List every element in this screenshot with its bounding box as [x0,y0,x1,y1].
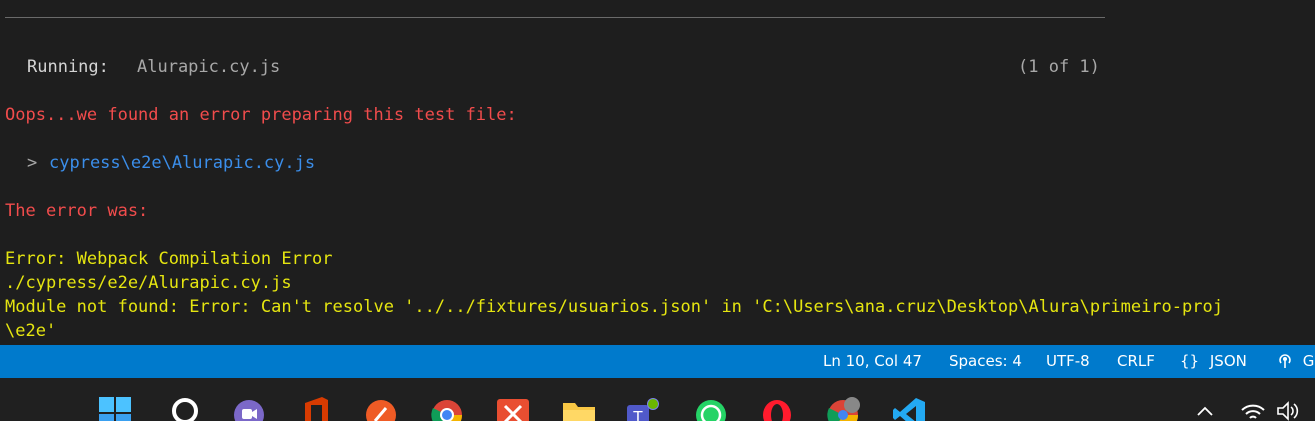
end-of-line-setting[interactable]: CRLF [1117,345,1155,378]
wifi-icon[interactable] [1240,396,1266,421]
volume-icon[interactable] [1276,396,1302,421]
indentation-setting[interactable]: Spaces: 4 [949,345,1022,378]
cursor-position[interactable]: Ln 10, Col 47 [823,345,922,378]
chevron-up-icon[interactable] [1195,396,1215,421]
svg-text:T: T [632,408,643,421]
language-mode[interactable]: {} JSON [1180,345,1247,378]
test-file-path[interactable]: cypress\e2e\Alurapic.cy.js [49,152,315,174]
go-live-button[interactable]: Go [1276,345,1315,378]
vscode-icon[interactable] [892,396,926,421]
encoding-setting[interactable]: UTF-8 [1046,345,1090,378]
error-line: ./cypress/e2e/Alurapic.cy.js [5,273,292,293]
office-icon[interactable] [300,396,334,421]
error-line: Error: Webpack Compilation Error [5,249,333,269]
running-label: Running: [27,57,109,77]
status-bar: Ln 10, Col 47 Spaces: 4 UTF-8 CRLF {} JS… [0,345,1315,378]
running-count: (1 of 1) [1018,57,1100,77]
teams-icon[interactable]: T [626,396,660,421]
error-heading: Oops...we found an error preparing this … [5,105,517,125]
error-line: \e2e' [5,321,57,341]
chrome-profile-icon[interactable] [826,396,860,421]
broadcast-icon [1279,354,1291,368]
search-icon[interactable] [168,396,202,421]
postman-icon[interactable] [364,396,398,421]
windows-taskbar: T [0,378,1315,421]
whatsapp-icon[interactable] [694,396,728,421]
chrome-icon[interactable] [430,396,464,421]
git-icon[interactable] [496,396,530,421]
error-was-label: The error was: [5,201,149,221]
terminal-panel[interactable]: Running: Alurapic.cy.js (1 of 1) Oops...… [0,0,1315,345]
clipchamp-icon[interactable] [232,396,266,421]
error-line: Module not found: Error: Can't resolve '… [5,297,1223,317]
windows-start-icon[interactable] [98,396,132,421]
file-explorer-icon[interactable] [562,396,596,421]
go-live-label: Go [1302,352,1315,370]
separator-line [5,17,1105,18]
language-label: JSON [1209,352,1247,370]
running-file: Alurapic.cy.js [137,57,281,77]
braces-icon: {} [1180,352,1200,370]
opera-icon[interactable] [760,396,794,421]
chevron-right-icon: > [27,153,38,173]
